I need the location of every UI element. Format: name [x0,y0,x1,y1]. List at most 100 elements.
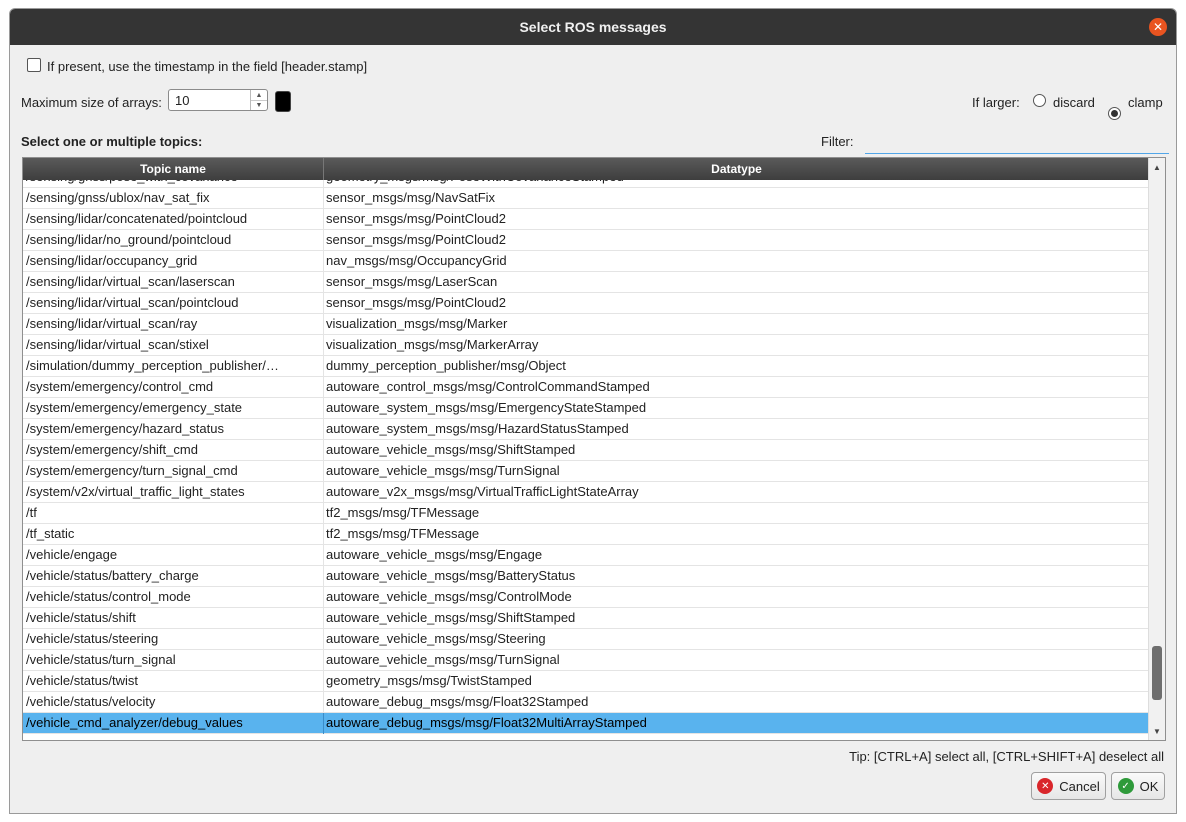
tip-text: Tip: [CTRL+A] select all, [CTRL+SHIFT+A]… [849,749,1164,764]
table-row[interactable]: /sensing/lidar/occupancy_grid nav_msgs/ms… [23,251,1149,272]
topic-name-cell: /sensing/gnss/ublox/nav_sat_fix [26,190,210,205]
cancel-button[interactable]: ✕ Cancel [1031,772,1106,800]
max-arrays-spinbox[interactable]: ▲ ▼ [168,89,268,111]
table-row[interactable]: /vehicle_cmd_analyzer/debug_values autowa… [23,713,1149,734]
scrollbar-thumb[interactable] [1152,645,1162,701]
datatype-cell: nav_msgs/msg/OccupancyGrid [326,253,507,268]
datatype-cell: sensor_msgs/msg/NavSatFix [326,190,496,205]
column-header-topic[interactable]: Topic name [23,158,324,180]
topic-name-cell: /sensing/lidar/no_ground/pointcloud [26,232,232,247]
table-rows: /sensing/gnss/pose_with_covariancegeomet… [23,180,1149,734]
table-row[interactable]: /tf_static tf2_msgs/msg/TFMessage [23,524,1149,545]
datatype-cell: autoware_control_msgs/msg/ControlCommand… [326,379,650,394]
max-arrays-label: Maximum size of arrays: [21,95,162,110]
topic-name-cell: /vehicle/status/twist [26,673,138,688]
table-row[interactable]: /sensing/lidar/concatenated/pointcloud se… [23,209,1149,230]
table-row[interactable]: /sensing/lidar/virtual_scan/stixel visual… [23,335,1149,356]
timestamp-checkbox[interactable] [27,58,41,72]
datatype-cell: autoware_vehicle_msgs/msg/Steering [326,631,546,646]
table-row[interactable]: /vehicle/status/velocity autoware_debug_m… [23,692,1149,713]
table-row[interactable]: /vehicle/status/twist geometry_msgs/msg/T… [23,671,1149,692]
table-row[interactable]: /tf tf2_msgs/msg/TFMessage [23,503,1149,524]
topic-name-cell: /system/v2x/virtual_traffic_light_states [26,484,245,499]
datatype-cell: autoware_debug_msgs/msg/Float32Stamped [326,694,589,709]
table-row[interactable]: /system/emergency/emergency_state autowar… [23,398,1149,419]
title-bar[interactable]: Select ROS messages ✕ [10,9,1176,45]
topic-name-cell: /vehicle/status/battery_charge [26,568,199,583]
topic-name-cell: /vehicle/status/velocity [26,694,156,709]
table-row[interactable]: /vehicle/status/control_mode autoware_veh… [23,587,1149,608]
table-row[interactable]: /sensing/lidar/virtual_scan/laserscan sen… [23,272,1149,293]
scroll-up-icon[interactable]: ▲ [1149,160,1165,174]
table-row[interactable]: /simulation/dummy_perception_publisher/…… [23,356,1149,377]
datatype-cell: autoware_system_msgs/msg/HazardStatusSta… [326,421,629,436]
datatype-cell: visualization_msgs/msg/Marker [326,316,508,331]
table-row[interactable]: /sensing/lidar/virtual_scan/ray visualiza… [23,314,1149,335]
max-arrays-input[interactable] [169,90,257,110]
topic-name-cell: /system/emergency/control_cmd [26,379,214,394]
datatype-cell: autoware_system_msgs/msg/EmergencyStateS… [326,400,647,415]
datatype-cell: geometry_msgs/msg/PoseWithCovarianceStam… [326,180,1146,187]
table-row[interactable]: /system/emergency/turn_signal_cmd autowar… [23,461,1149,482]
topic-name-cell: /system/emergency/shift_cmd [26,442,198,457]
datatype-cell: autoware_debug_msgs/msg/Float32MultiArra… [326,715,647,730]
topic-name-cell: /vehicle/status/turn_signal [26,652,176,667]
datatype-cell: autoware_vehicle_msgs/msg/ShiftStamped [326,610,576,625]
table-row[interactable]: /vehicle/status/shift autoware_vehicle_ms… [23,608,1149,629]
datatype-cell: sensor_msgs/msg/PointCloud2 [326,295,506,310]
topic-name-cell: /sensing/lidar/virtual_scan/laserscan [26,274,235,289]
topic-name-cell: /system/emergency/emergency_state [26,400,243,415]
table-row[interactable]: /system/emergency/shift_cmd autoware_vehi… [23,440,1149,461]
topic-name-cell: /sensing/lidar/virtual_scan/stixel [26,337,209,352]
datatype-cell: autoware_vehicle_msgs/msg/ControlMode [326,589,572,604]
topics-heading: Select one or multiple topics: [21,134,203,149]
ok-label: OK [1139,778,1159,794]
color-swatch[interactable] [275,91,291,112]
topic-name-cell: /tf_static [26,526,75,541]
select-ros-messages-dialog: Select ROS messages ✕ If present, use th… [9,8,1177,814]
table-row[interactable]: /sensing/lidar/no_ground/pointcloud senso… [23,230,1149,251]
column-header-datatype[interactable]: Datatype [324,158,1149,180]
discard-radio[interactable] [1033,94,1046,107]
table-row[interactable]: /sensing/gnss/pose_with_covariance geomet… [23,180,1149,188]
datatype-cell: sensor_msgs/msg/LaserScan [326,274,498,289]
table-row[interactable]: /sensing/lidar/virtual_scan/pointcloud se… [23,293,1149,314]
table-row[interactable]: /system/v2x/virtual_traffic_light_states… [23,482,1149,503]
table-body: /sensing/gnss/pose_with_covariancegeomet… [23,180,1149,740]
datatype-cell: autoware_vehicle_msgs/msg/Engage [326,547,543,562]
clamp-radio[interactable] [1108,107,1121,120]
table-row[interactable]: /system/emergency/control_cmd autoware_co… [23,377,1149,398]
datatype-cell: geometry_msgs/msg/TwistStamped [326,673,532,688]
ok-icon: ✓ [1117,778,1134,794]
table-row[interactable]: /vehicle/status/turn_signal autoware_vehi… [23,650,1149,671]
datatype-cell: tf2_msgs/msg/TFMessage [326,526,480,541]
ok-button[interactable]: ✓ OK [1111,772,1165,800]
topic-name-cell: /vehicle/status/steering [26,631,159,646]
table-row[interactable]: /vehicle/engage autoware_vehicle_msgs/msg… [23,545,1149,566]
datatype-cell: dummy_perception_publisher/msg/Object [326,358,566,373]
timestamp-label: If present, use the timestamp in the fie… [47,59,368,74]
table-row[interactable]: /vehicle/status/battery_charge autoware_v… [23,566,1149,587]
discard-label[interactable]: discard [1053,95,1095,110]
datatype-cell: autoware_v2x_msgs/msg/VirtualTrafficLigh… [326,484,639,499]
datatype-cell: autoware_vehicle_msgs/msg/TurnSignal [326,463,560,478]
topic-name-cell: /tf [26,505,37,520]
clamp-label[interactable]: clamp [1128,95,1163,110]
cancel-icon: ✕ [1037,778,1054,794]
table-row[interactable]: /system/emergency/hazard_status autoware_… [23,419,1149,440]
vertical-scrollbar[interactable]: ▲ ▼ [1148,158,1165,740]
datatype-cell: sensor_msgs/msg/PointCloud2 [326,232,506,247]
filter-label: Filter: [821,134,854,149]
datatype-cell: visualization_msgs/msg/MarkerArray [326,337,539,352]
table-row[interactable]: /sensing/gnss/ublox/nav_sat_fix sensor_ms… [23,188,1149,209]
topic-name-cell: /sensing/gnss/pose_with_covariance [26,180,321,187]
scroll-down-icon[interactable]: ▼ [1149,724,1165,738]
close-icon[interactable]: ✕ [1149,18,1167,36]
filter-input[interactable] [865,131,1169,154]
topics-table: Topic name Datatype /sensing/gnss/pose_w… [22,157,1166,741]
table-row[interactable]: /vehicle/status/steering autoware_vehicle… [23,629,1149,650]
datatype-cell: autoware_vehicle_msgs/msg/ShiftStamped [326,442,576,457]
spin-down-icon[interactable]: ▼ [251,100,267,110]
dialog-title: Select ROS messages [519,19,667,35]
datatype-cell: autoware_vehicle_msgs/msg/BatteryStatus [326,568,576,583]
